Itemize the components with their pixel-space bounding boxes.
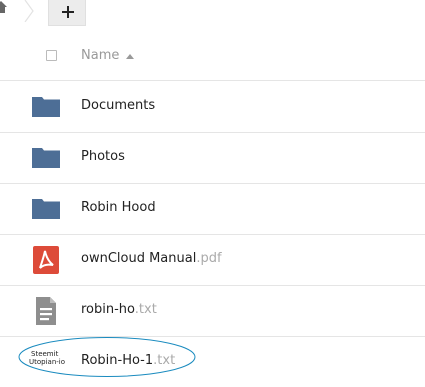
file-name[interactable]: ownCloud Manual.pdf <box>81 251 222 266</box>
file-row[interactable]: Steemit Utopian-io Robin-Ho-1.txt <box>0 336 425 387</box>
folder-icon <box>32 199 60 219</box>
file-row[interactable]: Photos <box>0 132 425 184</box>
home-icon[interactable] <box>0 0 8 14</box>
select-all-checkbox[interactable] <box>46 50 57 61</box>
top-bar <box>0 0 425 28</box>
file-row[interactable]: ownCloud Manual.pdf <box>0 234 425 286</box>
breadcrumb-separator-icon <box>24 0 34 22</box>
text-file-icon <box>36 297 56 325</box>
folder-icon <box>32 148 60 168</box>
new-button[interactable] <box>48 0 86 26</box>
folder-icon <box>32 97 60 117</box>
file-row[interactable]: Documents <box>0 81 425 133</box>
file-row[interactable]: robin-ho.txt <box>0 285 425 337</box>
file-name[interactable]: robin-ho.txt <box>81 302 157 317</box>
file-name[interactable]: Photos <box>81 149 125 164</box>
file-name[interactable]: Documents <box>81 98 155 113</box>
file-name[interactable]: Robin Hood <box>81 200 156 215</box>
file-row[interactable]: Robin Hood <box>0 183 425 235</box>
plus-icon <box>62 6 74 18</box>
steemit-utopian-logo: Steemit Utopian-io <box>29 350 66 366</box>
file-list-header: Name <box>0 32 425 81</box>
name-column-header[interactable]: Name <box>81 48 119 63</box>
file-name[interactable]: Robin-Ho-1.txt <box>81 353 175 368</box>
pdf-icon <box>33 246 59 274</box>
sort-ascending-icon[interactable] <box>126 54 134 59</box>
